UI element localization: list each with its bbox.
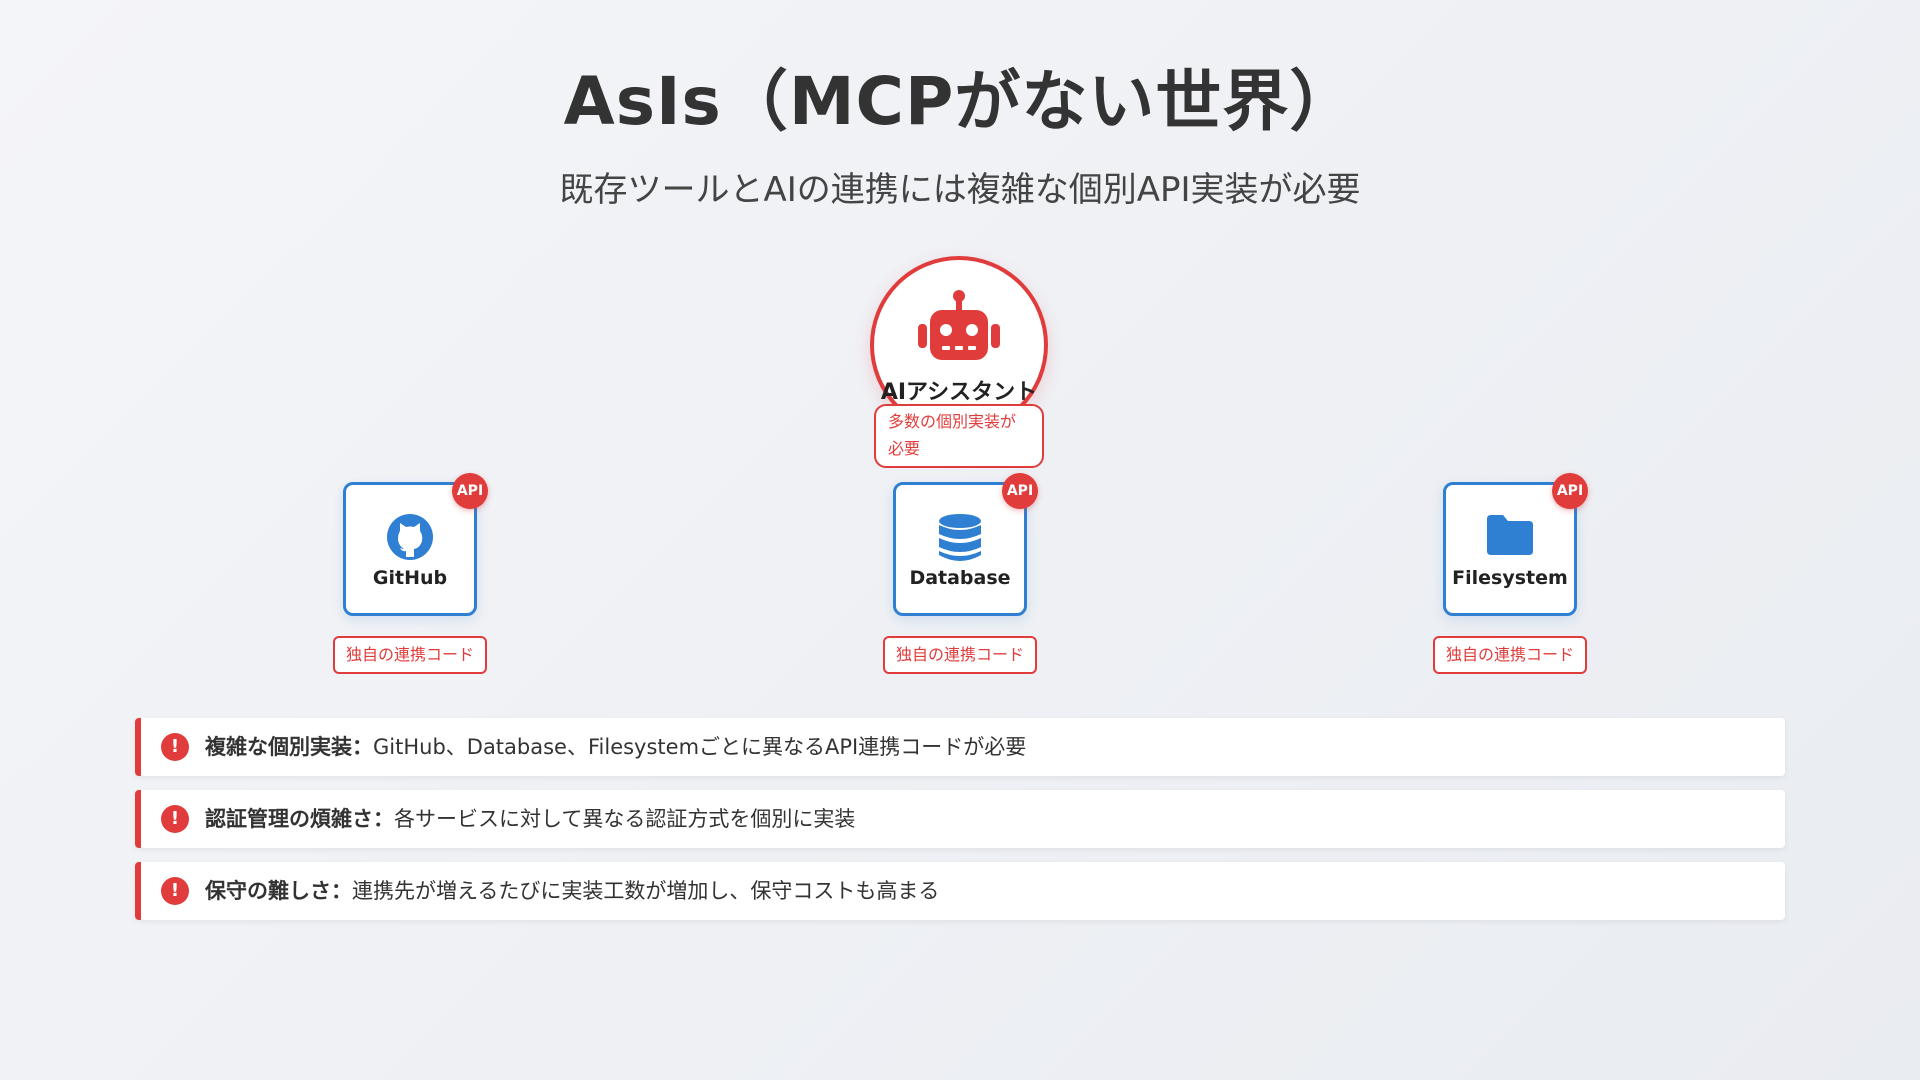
github-icon: [386, 514, 434, 565]
issue-title: 複雑な個別実装：: [205, 735, 373, 759]
issue-description: GitHub、Database、Filesystemごとに異なるAPI連携コード…: [373, 735, 1027, 759]
page-subtitle: 既存ツールとAIの連携には複雑な個別API実装が必要: [559, 170, 1361, 210]
issue-item: ! 複雑な個別実装：GitHub、Database、Filesystemごとに異…: [135, 718, 1785, 776]
folder-icon: [1485, 515, 1535, 561]
issue-title: 保守の難しさ：: [205, 879, 352, 903]
page-title: AsIs（MCPがない世界）: [563, 63, 1357, 140]
tool-github: GitHub API: [343, 473, 488, 616]
database-icon: [938, 514, 982, 567]
issue-item: ! 保守の難しさ：連携先が増えるたびに実装工数が増加し、保守コストも高まる: [135, 862, 1785, 920]
exclamation-icon: !: [161, 805, 189, 833]
tool-label: Filesystem: [1452, 567, 1568, 589]
ai-assistant-label: AIアシスタント: [880, 380, 1038, 405]
api-badge: API: [452, 473, 488, 509]
issue-description: 連携先が増えるたびに実装工数が増加し、保守コストも高まる: [352, 879, 940, 903]
issue-item: ! 認証管理の煩雑さ：各サービスに対して異なる認証方式を個別に実装: [135, 790, 1785, 848]
tool-note-filesystem: 独自の連携コード: [1433, 636, 1587, 674]
ai-assistant-note: 多数の個別実装が必要: [874, 404, 1044, 468]
exclamation-icon: !: [161, 877, 189, 905]
issue-title: 認証管理の煩雑さ：: [205, 807, 394, 831]
tool-label: GitHub: [372, 567, 448, 589]
robot-icon: [916, 290, 1002, 374]
exclamation-icon: !: [161, 733, 189, 761]
tool-database: Database API: [893, 473, 1038, 616]
tool-note-github: 独自の連携コード: [333, 636, 487, 674]
api-badge: API: [1002, 473, 1038, 509]
issue-description: 各サービスに対して異なる認証方式を個別に実装: [394, 807, 856, 831]
tool-note-database: 独自の連携コード: [883, 636, 1037, 674]
tool-filesystem: Filesystem API: [1443, 473, 1588, 616]
tool-label: Database: [909, 567, 1011, 589]
api-badge: API: [1552, 473, 1588, 509]
